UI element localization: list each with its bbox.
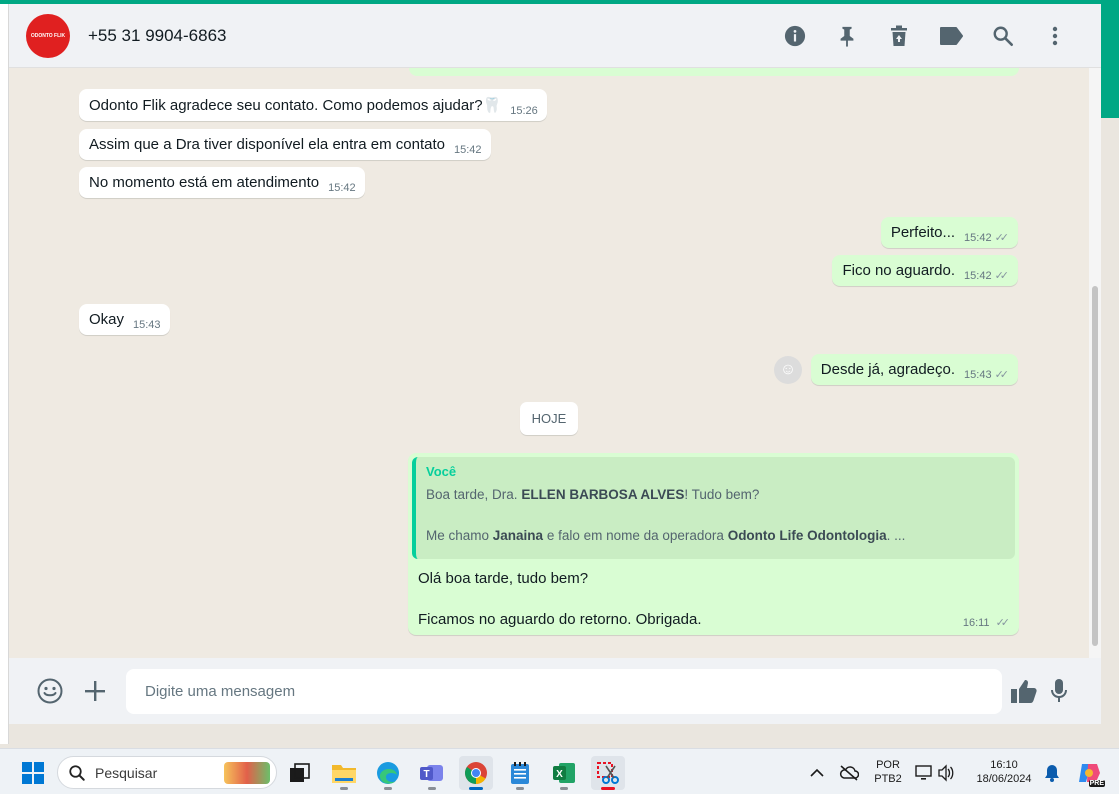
quoted-message[interactable]: Você Boa tarde, Dra. ELLEN BARBOSA ALVES… — [412, 457, 1015, 559]
edge-browser-icon[interactable] — [371, 756, 405, 790]
search-highlight-icon — [224, 761, 270, 784]
window-right-accent — [1101, 0, 1119, 118]
file-explorer-icon[interactable] — [327, 756, 361, 790]
more-options-icon[interactable] — [1029, 16, 1081, 56]
message-text: Okay — [89, 311, 125, 328]
message-time: 15:26 — [510, 105, 538, 117]
message-time: 15:42 — [328, 182, 356, 194]
composer-bar — [9, 658, 1101, 724]
message-meta: 15:42 ✓✓ — [964, 269, 1010, 283]
message-outgoing[interactable]: Desde já, agradeço. 15:43 ✓✓ — [810, 354, 1018, 385]
double-check-icon: ✓✓ — [994, 270, 1010, 282]
quote-author: Você — [426, 464, 457, 479]
message-time: 16:11 — [962, 616, 990, 629]
contact-avatar[interactable]: ODONTO FLIK — [26, 13, 70, 58]
windows-taskbar: Pesquisar T X POR PTB2 16:10 18/06/2024 … — [0, 748, 1119, 794]
keyboard-language[interactable]: POR PTB2 — [870, 758, 906, 786]
teams-icon[interactable]: T — [415, 756, 449, 790]
microphone-icon[interactable] — [1037, 669, 1081, 713]
message-incoming[interactable]: Odonto Flik agradece seu contato. Como p… — [79, 89, 547, 121]
scrollbar-thumb[interactable] — [1092, 286, 1098, 646]
attach-plus-icon[interactable] — [73, 669, 117, 713]
contact-name[interactable]: +55 31 9904-6863 — [88, 26, 227, 46]
task-view-icon[interactable] — [283, 756, 317, 790]
previous-message-partial — [409, 68, 1019, 76]
chrome-icon[interactable] — [459, 756, 493, 790]
message-text: Fico no aguardo. — [842, 262, 956, 279]
message-text: Assim que a Dra tiver disponível ela ent… — [89, 136, 446, 153]
message-text: Olá boa tarde, tudo bem? Ficamos no agua… — [418, 570, 702, 628]
message-text: No momento está em atendimento — [89, 174, 320, 191]
message-time: 15:42 — [964, 269, 992, 282]
search-icon[interactable] — [977, 16, 1029, 56]
header-actions — [769, 16, 1081, 56]
svg-text:T: T — [423, 769, 429, 780]
message-outgoing-reply[interactable]: Você Boa tarde, Dra. ELLEN BARBOSA ALVES… — [408, 453, 1019, 635]
copilot-pre-badge: PRE — [1088, 780, 1105, 787]
windows-start-icon[interactable] — [16, 756, 50, 790]
react-emoji-icon[interactable]: ☺ — [774, 356, 802, 384]
message-incoming[interactable]: Assim que a Dra tiver disponível ela ent… — [79, 129, 491, 160]
info-icon[interactable] — [769, 16, 821, 56]
message-text: Desde já, agradeço. — [820, 361, 956, 378]
excel-icon[interactable]: X — [547, 756, 581, 790]
message-meta: 15:42 ✓✓ — [964, 231, 1010, 245]
quote-line: Boa tarde, Dra. ELLEN BARBOSA ALVES! Tud… — [426, 487, 760, 502]
pin-icon[interactable] — [821, 16, 873, 56]
notepad-icon[interactable] — [503, 756, 537, 790]
message-incoming[interactable]: No momento está em atendimento 15:42 — [79, 167, 365, 198]
svg-text:X: X — [556, 769, 563, 780]
message-incoming[interactable]: Okay 15:43 — [79, 304, 170, 335]
double-check-icon: ✓✓ — [995, 617, 1011, 629]
snipping-tool-icon[interactable] — [591, 756, 625, 790]
message-time: 15:43 — [133, 319, 161, 331]
chat-scrollbar[interactable] — [1089, 68, 1101, 658]
chat-header: ODONTO FLIK +55 31 9904-6863 — [9, 4, 1101, 68]
search-icon — [69, 764, 85, 781]
double-check-icon: ✓✓ — [994, 369, 1010, 381]
message-outgoing[interactable]: Fico no aguardo. 15:42 ✓✓ — [832, 255, 1018, 286]
network-volume-icons[interactable] — [912, 756, 958, 790]
message-time: 15:42 — [964, 231, 992, 244]
message-time: 15:42 — [454, 144, 482, 156]
copilot-icon[interactable]: PRE — [1072, 756, 1106, 790]
message-meta: 15:43 ✓✓ — [964, 368, 1010, 382]
delete-icon[interactable] — [873, 16, 925, 56]
label-icon[interactable] — [925, 16, 977, 56]
message-meta: 16:11 ✓✓ — [962, 616, 1011, 630]
cloud-offline-icon[interactable] — [834, 756, 864, 790]
message-text: Odonto Flik agradece seu contato. Como p… — [89, 97, 502, 114]
search-placeholder: Pesquisar — [95, 764, 158, 781]
taskbar-search[interactable]: Pesquisar — [57, 756, 277, 789]
double-check-icon: ✓✓ — [994, 232, 1010, 244]
message-text: Perfeito... — [890, 224, 956, 241]
sidebar-edge — [0, 4, 9, 744]
chevron-up-icon[interactable] — [802, 756, 832, 790]
system-clock[interactable]: 16:10 18/06/2024 — [968, 758, 1040, 786]
emoji-icon[interactable] — [28, 669, 72, 713]
message-input[interactable] — [126, 669, 1002, 714]
notification-bell-icon[interactable] — [1038, 756, 1066, 790]
quote-line: Me chamo Janaina e falo em nome da opera… — [426, 528, 906, 543]
chat-area[interactable]: Odonto Flik agradece seu contato. Como p… — [9, 68, 1089, 658]
day-separator: HOJE — [520, 402, 578, 435]
message-outgoing[interactable]: Perfeito... 15:42 ✓✓ — [880, 217, 1018, 248]
avatar-logo-text: ODONTO FLIK — [30, 32, 66, 39]
message-time: 15:43 — [964, 368, 992, 381]
